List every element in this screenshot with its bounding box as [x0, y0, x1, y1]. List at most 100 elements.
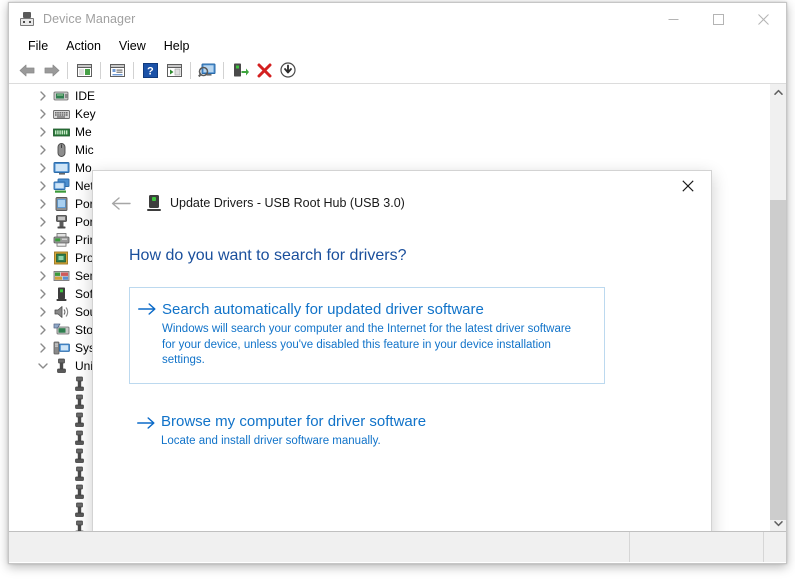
chevron-right-icon[interactable] [35, 106, 51, 122]
chevron-right-icon[interactable] [35, 268, 51, 284]
network-adapter-icon [53, 178, 70, 194]
right-arrow-icon [138, 302, 156, 320]
software-device-icon [53, 286, 70, 302]
scroll-up-icon[interactable] [770, 84, 786, 101]
toolbar-separator [223, 62, 224, 79]
dialog-options: Search automatically for updated driver … [93, 287, 711, 463]
chevron-right-icon[interactable] [35, 196, 51, 212]
chevron-down-icon[interactable] [35, 358, 51, 374]
dialog-question: How do you want to search for drivers? [93, 247, 711, 265]
memory-icon [53, 124, 70, 140]
action-pane-icon[interactable] [162, 59, 186, 82]
chevron-right-icon[interactable] [35, 142, 51, 158]
option-search-automatically[interactable]: Search automatically for updated driver … [129, 287, 605, 384]
tree-item-ide[interactable]: IDE [9, 87, 761, 105]
tree-item-label: Sof [75, 287, 93, 301]
dialog-header: Update Drivers - USB Root Hub (USB 3.0) [93, 171, 711, 217]
storage-controller-icon [53, 322, 70, 338]
usb-device-icon [71, 394, 88, 410]
right-arrow-icon [137, 416, 155, 434]
update-drivers-dialog: Update Drivers - USB Root Hub (USB 3.0) … [92, 170, 712, 532]
ide-controller-icon [53, 88, 70, 104]
menu-item-action[interactable]: Action [57, 37, 110, 56]
tree-item-label: Por [75, 197, 94, 211]
status-panel-main [9, 532, 630, 562]
properties-icon[interactable] [105, 59, 129, 82]
chevron-right-icon[interactable] [35, 340, 51, 356]
console-tree-icon[interactable] [72, 59, 96, 82]
device-manager-window: Device Manager File Action View Help [8, 2, 787, 564]
vertical-scrollbar[interactable] [769, 84, 786, 532]
minimize-button[interactable] [651, 3, 696, 35]
tree-item-mice[interactable]: Mic [9, 141, 761, 159]
chevron-right-icon[interactable] [35, 214, 51, 230]
toolbar: ? [9, 57, 786, 84]
back-arrow-icon[interactable] [15, 59, 39, 82]
usb-device-icon [71, 466, 88, 482]
status-panel-grip [764, 532, 786, 562]
menu-item-help[interactable]: Help [155, 37, 199, 56]
ports-icon [53, 214, 70, 230]
processor-icon [53, 250, 70, 266]
update-driver-icon[interactable] [228, 59, 252, 82]
toolbar-separator [67, 62, 68, 79]
device-tree-pane: IDE Key Me Mic [9, 84, 786, 532]
option-title: Browse my computer for driver software [161, 412, 679, 431]
scroll-down-icon[interactable] [770, 515, 786, 532]
maximize-button[interactable] [696, 3, 741, 35]
system-device-icon [53, 340, 70, 356]
down-arrow-circle-icon[interactable] [276, 59, 300, 82]
usb-controller-icon [53, 358, 70, 374]
keyboard-icon [53, 106, 70, 122]
tree-item-label: IDE [75, 89, 95, 103]
tree-item-memory[interactable]: Me [9, 123, 761, 141]
dialog-title: Update Drivers - USB Root Hub (USB 3.0) [170, 196, 405, 210]
status-bar [9, 532, 786, 562]
option-browse-my-computer[interactable]: Browse my computer for driver software L… [129, 402, 693, 464]
usb-device-icon [71, 484, 88, 500]
back-arrow-icon[interactable] [107, 189, 135, 217]
chevron-right-icon[interactable] [35, 304, 51, 320]
toolbar-separator [190, 62, 191, 79]
sensor-icon [53, 268, 70, 284]
chevron-right-icon[interactable] [35, 160, 51, 176]
device-manager-icon [19, 11, 35, 27]
tree-item-label: Net [75, 179, 94, 193]
tree-item-label: Por [75, 215, 94, 229]
svg-text:?: ? [147, 65, 154, 77]
usb-device-icon [71, 376, 88, 392]
close-button[interactable] [741, 3, 786, 35]
window-title: Device Manager [43, 12, 135, 26]
scrollbar-thumb[interactable] [770, 200, 786, 520]
status-panel-secondary [630, 532, 764, 562]
title-bar: Device Manager [9, 3, 786, 35]
menu-item-file[interactable]: File [19, 37, 57, 56]
chevron-right-icon[interactable] [35, 286, 51, 302]
tree-item-label: Mic [75, 143, 94, 157]
chevron-right-icon[interactable] [35, 322, 51, 338]
option-title: Search automatically for updated driver … [162, 300, 590, 319]
tree-item-label: Key [75, 107, 96, 121]
tree-item-keyboards[interactable]: Key [9, 105, 761, 123]
portable-device-icon [53, 196, 70, 212]
scan-monitor-icon[interactable] [195, 59, 219, 82]
tree-item-label: Uni [75, 359, 93, 373]
close-icon[interactable] [665, 171, 711, 201]
chevron-right-icon[interactable] [35, 178, 51, 194]
menu-bar: File Action View Help [9, 35, 786, 57]
chevron-right-icon[interactable] [35, 250, 51, 266]
tree-item-label: Sto [75, 323, 93, 337]
menu-item-view[interactable]: View [110, 37, 155, 56]
red-x-icon[interactable] [252, 59, 276, 82]
sound-icon [53, 304, 70, 320]
chevron-right-icon[interactable] [35, 88, 51, 104]
chevron-right-icon[interactable] [35, 124, 51, 140]
usb-device-icon [71, 448, 88, 464]
forward-arrow-icon[interactable] [39, 59, 63, 82]
usb-device-icon [71, 412, 88, 428]
help-question-icon[interactable]: ? [138, 59, 162, 82]
chevron-right-icon[interactable] [35, 232, 51, 248]
option-description: Locate and install driver software manua… [161, 434, 585, 450]
tree-item-label: Mo [75, 161, 92, 175]
usb-device-icon [71, 430, 88, 446]
